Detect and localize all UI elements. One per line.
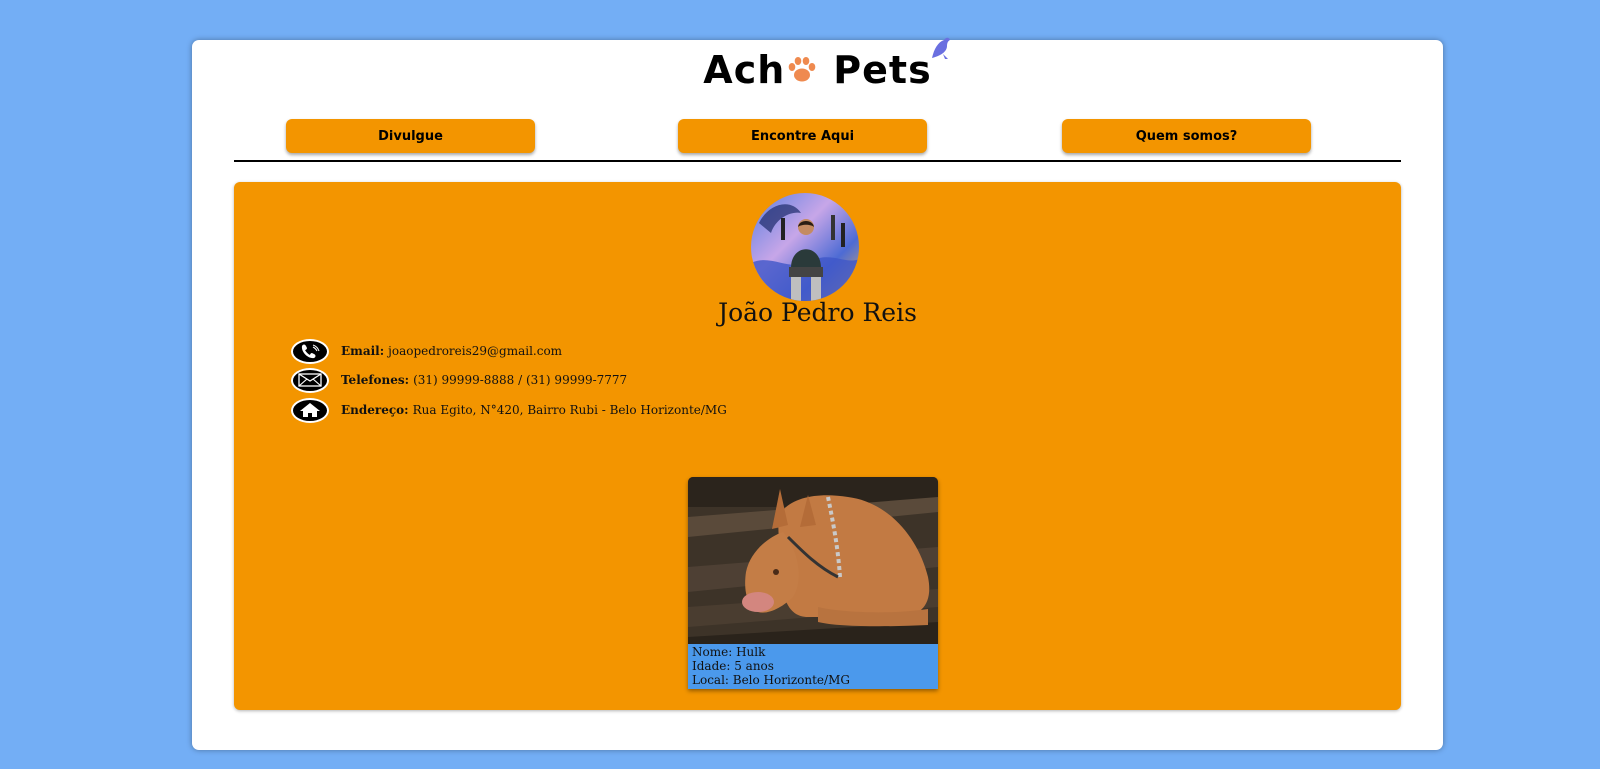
avatar — [751, 193, 859, 301]
pet-info: Nome: Hulk Idade: 5 anos Local: Belo Hor… — [688, 644, 938, 689]
logo-text-part1: Ach — [703, 48, 786, 92]
profile-name: João Pedro Reis — [718, 298, 917, 327]
contact-email: Email: joaopedroreis29@gmail.com — [291, 338, 562, 364]
contact-phones: Telefones: (31) 99999-8888 / (31) 99999-… — [291, 367, 627, 393]
contact-address-label: Endereço: — [341, 403, 409, 417]
nav-encontre-aqui-button[interactable]: Encontre Aqui — [678, 119, 927, 153]
contact-email-label: Email: — [341, 344, 385, 358]
pet-age: Idade: 5 anos — [692, 659, 774, 673]
contact-phones-label: Telefones: — [341, 373, 410, 387]
nav-divulgue-button[interactable]: Divulgue — [286, 119, 535, 153]
site-logo[interactable]: Ach Pets — [192, 37, 1443, 94]
logo-text: Ach — [703, 48, 819, 92]
envelope-icon — [291, 367, 329, 393]
pet-photo — [688, 477, 938, 644]
nav-quem-somos-button[interactable]: Quem somos? — [1062, 119, 1311, 153]
pet-location: Local: Belo Horizonte/MG — [692, 673, 850, 687]
logo-text-part2: Pets — [833, 48, 932, 92]
contact-address-value: Rua Egito, N°420, Bairro Rubi - Belo Hor… — [412, 403, 727, 417]
pet-name: Nome: Hulk — [692, 645, 766, 659]
nav-divider — [234, 160, 1401, 162]
contact-phones-value: (31) 99999-8888 / (31) 99999-7777 — [413, 373, 628, 387]
profile-panel: João Pedro Reis Email: joaopedroreis29@g… — [234, 182, 1401, 710]
paw-icon — [788, 57, 816, 82]
pet-card[interactable]: Nome: Hulk Idade: 5 anos Local: Belo Hor… — [688, 477, 938, 689]
logo-text-pets: Pets — [833, 37, 950, 92]
main-card: Ach Pets Divulgue Encontre Aqui Quem som… — [192, 37, 1443, 750]
avatar-image — [751, 193, 859, 301]
bird-icon — [931, 37, 950, 59]
contact-address: Endereço: Rua Egito, N°420, Bairro Rubi … — [291, 397, 727, 423]
phone-icon — [291, 338, 329, 364]
home-icon — [291, 397, 329, 423]
contact-email-value: joaopedroreis29@gmail.com — [388, 344, 563, 358]
main-nav: Divulgue Encontre Aqui Quem somos? — [192, 119, 1443, 155]
